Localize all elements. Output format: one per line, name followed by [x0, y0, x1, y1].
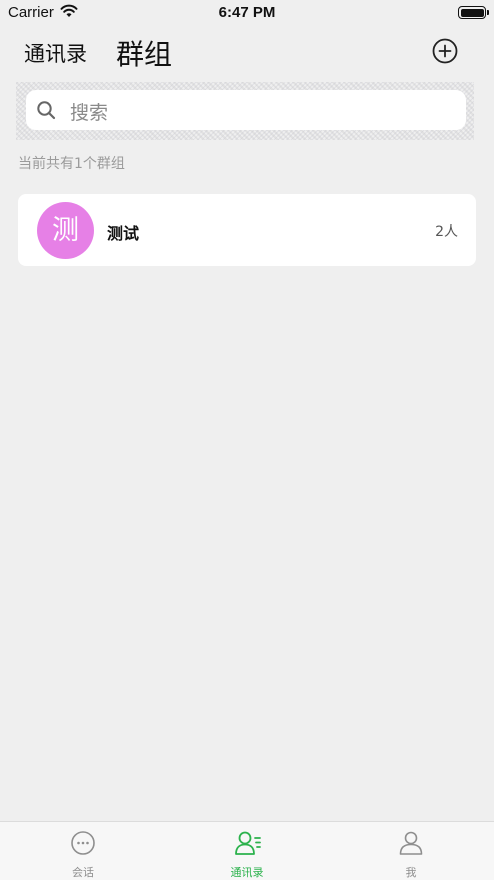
search-placeholder: 搜索 — [70, 102, 109, 124]
list-item[interactable]: 测 测试 2人 — [18, 194, 476, 266]
group-name: 测试 — [107, 224, 140, 243]
search-input[interactable]: 搜索 — [26, 90, 466, 130]
status-bar: Carrier 6:47 PM — [0, 0, 494, 26]
tab-contacts-bar[interactable]: 通讯录 — [187, 822, 307, 880]
tab-me[interactable]: 我 — [351, 822, 471, 880]
add-group-button[interactable] — [432, 38, 458, 64]
person-icon — [399, 831, 423, 855]
search-area: 搜索 — [16, 82, 474, 140]
tab-groups[interactable]: 群组 — [116, 33, 172, 73]
tab-contacts[interactable]: 通讯录 — [24, 38, 87, 68]
group-avatar: 测 — [37, 202, 94, 259]
tab-me-label: 我 — [405, 866, 417, 879]
tab-contacts-label: 通讯录 — [230, 866, 264, 879]
header: 通讯录 群组 — [0, 30, 494, 74]
group-member-count: 2人 — [435, 224, 458, 240]
clock: 6:47 PM — [218, 4, 276, 21]
tab-chat-label: 会话 — [72, 866, 94, 879]
search-icon — [37, 101, 56, 120]
contacts-icon — [235, 831, 261, 855]
tab-chat[interactable]: 会话 — [23, 822, 143, 880]
screen: Carrier 6:47 PM 通讯录 群组 搜索 当前共有1个群组 测 测试 … — [0, 0, 494, 880]
battery-icon — [458, 6, 489, 19]
tab-bar: 会话 通讯录 我 — [0, 821, 494, 880]
group-count-summary: 当前共有1个群组 — [18, 156, 125, 172]
chat-bubble-icon — [71, 831, 95, 855]
